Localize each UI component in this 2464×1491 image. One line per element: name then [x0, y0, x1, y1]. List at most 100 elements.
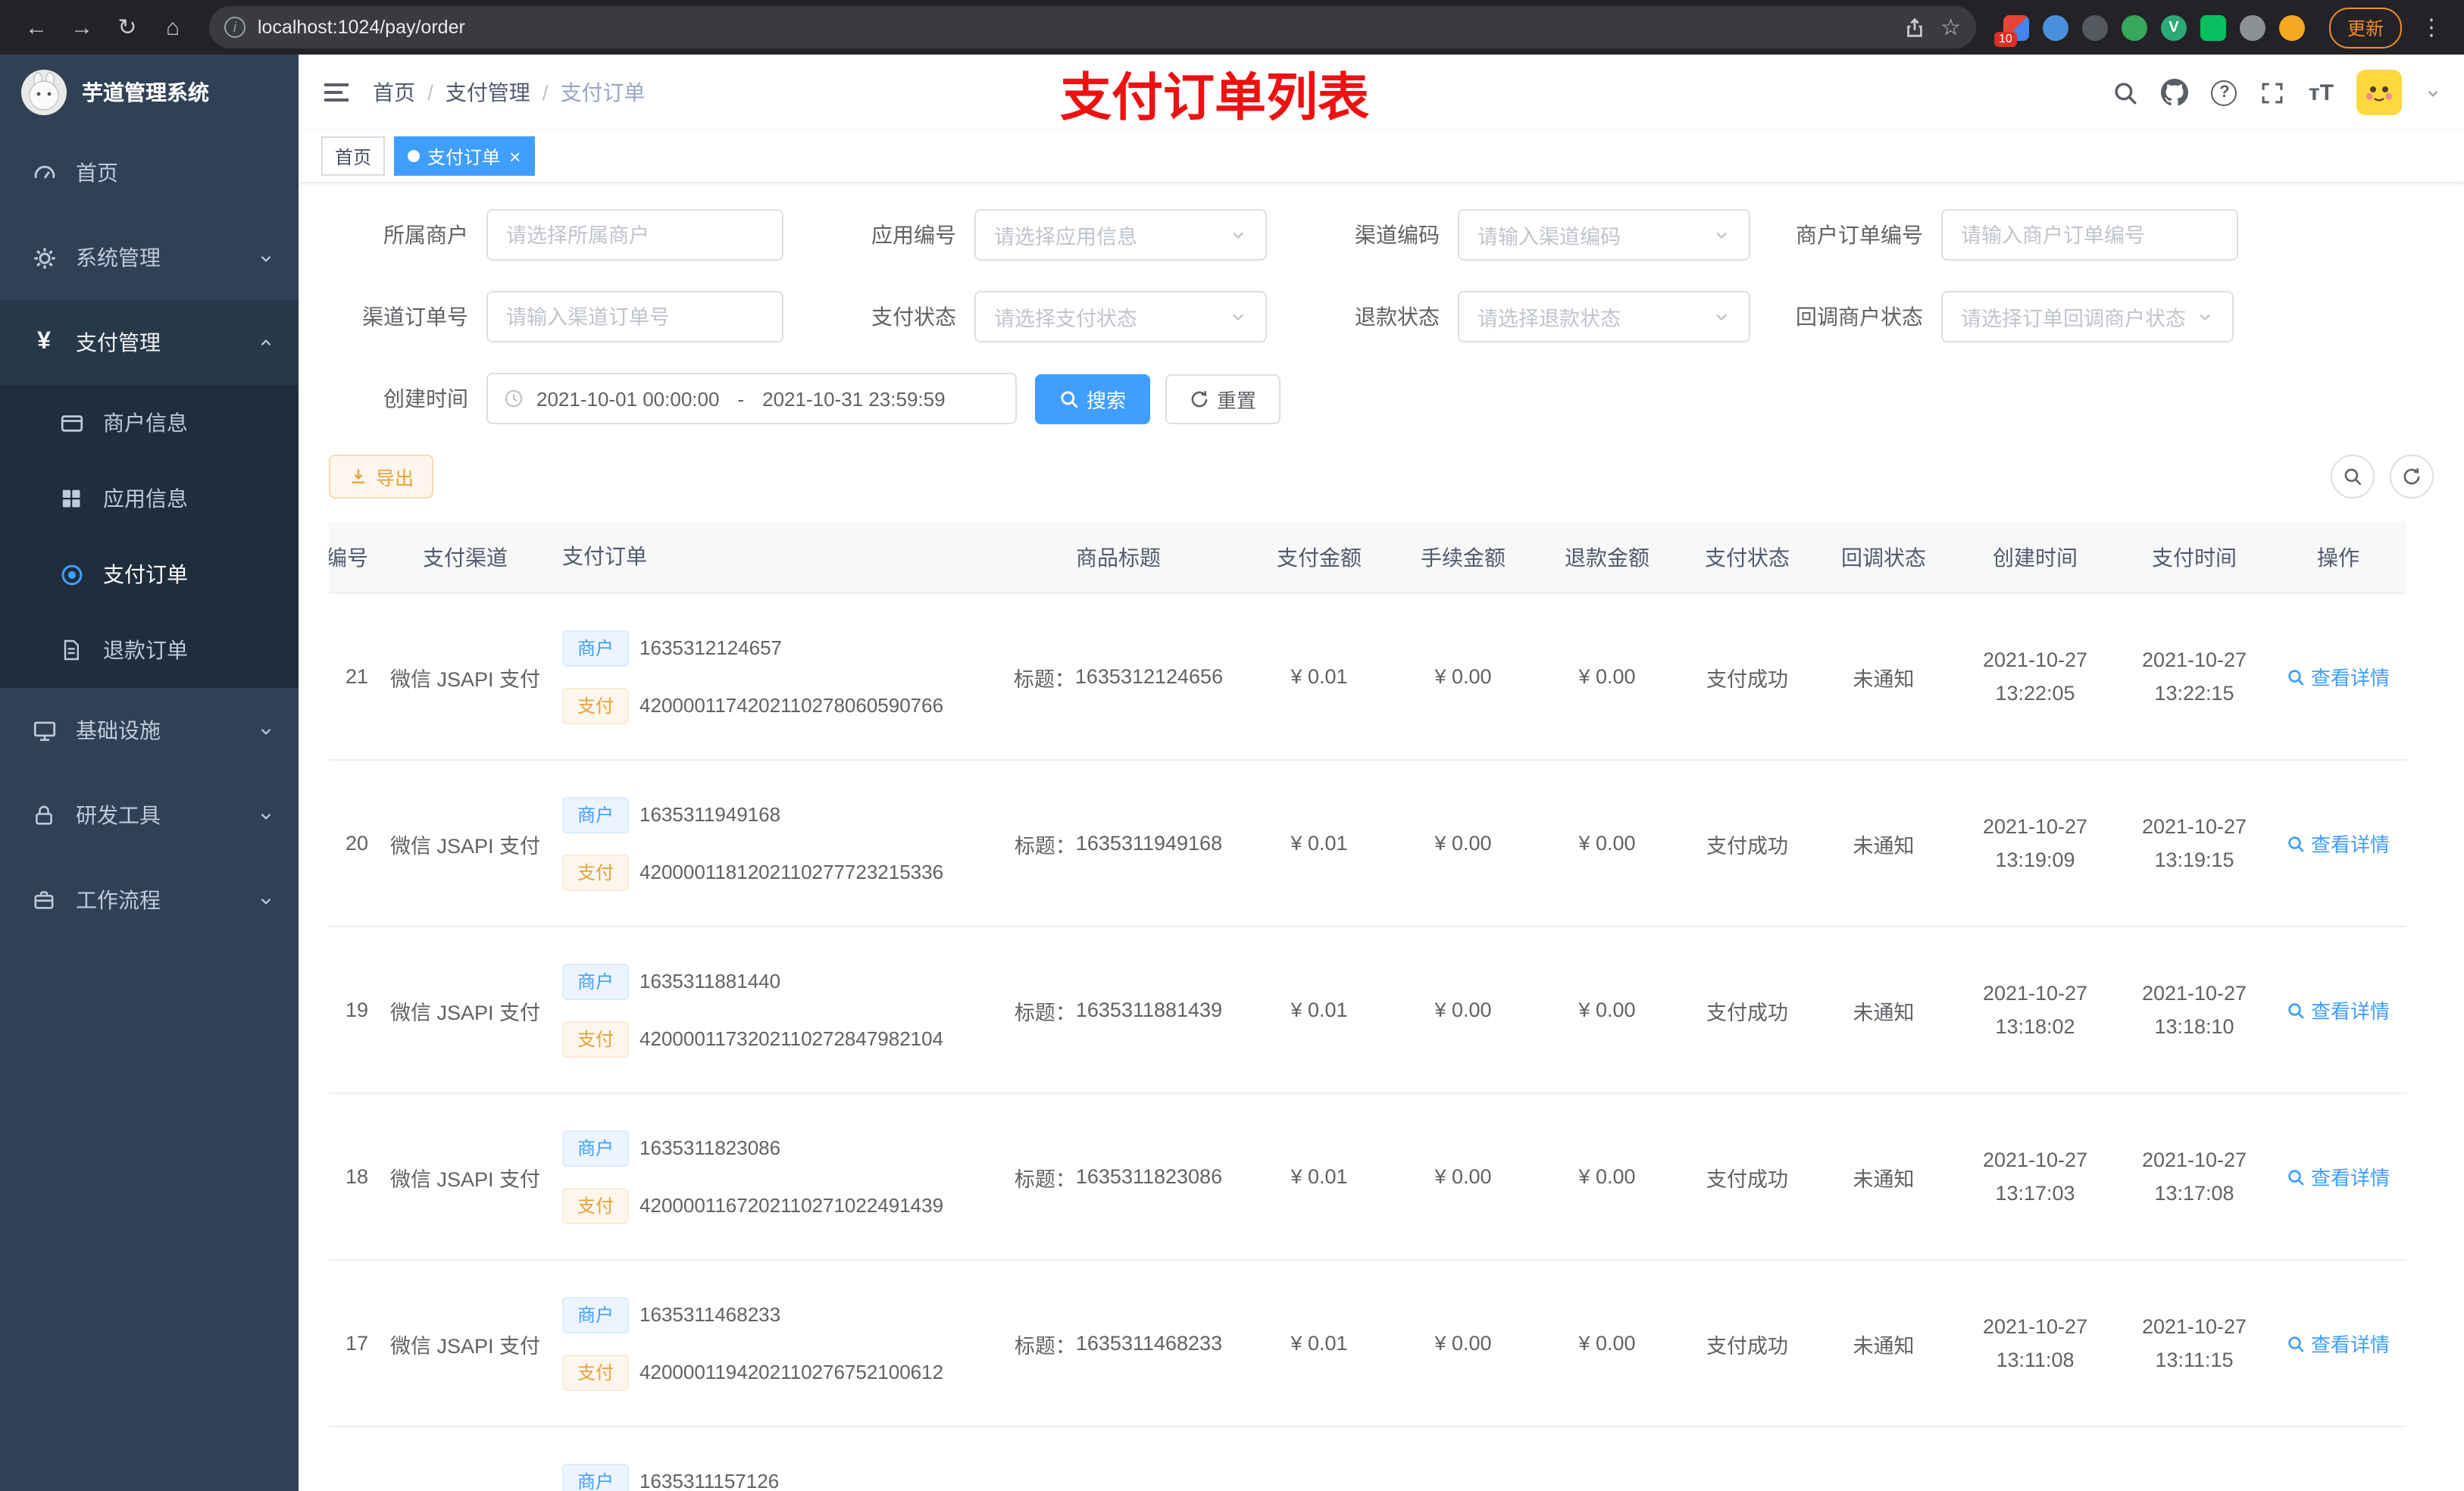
card-icon: [58, 410, 85, 436]
breadcrumb-parent[interactable]: 支付管理: [446, 77, 530, 108]
profile-avatar[interactable]: [2278, 14, 2305, 40]
sidebar-item-system[interactable]: 系统管理: [0, 215, 299, 300]
col-refund: 退款金额: [1565, 545, 1649, 570]
search-button[interactable]: 搜索: [1035, 374, 1151, 424]
breadcrumb-home[interactable]: 首页: [373, 77, 415, 108]
chevron-down-icon: [1712, 308, 1731, 326]
hamburger-icon[interactable]: [321, 77, 352, 108]
extension-icon[interactable]: 10: [1993, 14, 2029, 46]
refresh-button[interactable]: [2390, 455, 2434, 499]
yen-icon: ¥: [37, 329, 51, 355]
sidebar-item-infra[interactable]: 基础设施: [0, 688, 299, 773]
channel-order-no-input[interactable]: [486, 291, 783, 342]
status-badge: 支付成功: [1706, 667, 1788, 690]
col-actions: 操作: [2317, 545, 2359, 570]
app-title: 芋道管理系统: [82, 80, 209, 105]
browser-forward-icon[interactable]: →: [61, 6, 103, 48]
sidebar-item-home[interactable]: 首页: [0, 130, 299, 215]
create-time-label: 创建时间: [383, 386, 468, 411]
address-bar[interactable]: i localhost:1024/pay/order ☆: [209, 6, 1976, 48]
browser-update-button[interactable]: 更新: [2328, 7, 2402, 48]
sidebar: 芋道管理系统 首页 系统管理 ¥ 支付管理 商户信息 应用信息 支付订单 退款订…: [0, 55, 299, 1491]
tab-home[interactable]: 首页: [321, 136, 386, 176]
dashboard-icon: [30, 160, 58, 186]
notify-status-select[interactable]: 请选择订单回调商户状态: [1941, 291, 2234, 342]
col-notify: 回调状态: [1841, 545, 1926, 570]
lock-icon: [30, 803, 58, 827]
close-icon[interactable]: ×: [509, 146, 521, 166]
pay-tag: 支付: [562, 854, 630, 890]
view-detail-link[interactable]: 查看详情: [2287, 662, 2390, 691]
table-header-row: 编号 支付渠道 支付订单 商品标题 支付金额 手续金额 退款金额 支付状态 回调…: [329, 523, 2406, 594]
browser-toolbar: ← → ↻ ⌂ i localhost:1024/pay/order ☆ 10 …: [0, 0, 2464, 55]
merchant-tag: 商户: [562, 630, 630, 666]
status-badge: 支付成功: [1706, 1001, 1788, 1024]
date-range-input[interactable]: 2021-10-01 00:00:00 - 2021-10-31 23:59:5…: [486, 373, 1017, 424]
sidebar-item-pay-order[interactable]: 支付订单: [0, 536, 299, 612]
sidebar-item-refund-order[interactable]: 退款订单: [0, 612, 299, 688]
view-detail-link[interactable]: 查看详情: [2287, 1162, 2390, 1191]
github-icon[interactable]: [2161, 79, 2189, 106]
extension-icon[interactable]: [2081, 14, 2108, 40]
extensions-area: 10 V: [1993, 14, 2305, 46]
page-title: 支付订单列表: [1060, 69, 1369, 127]
col-amount: 支付金额: [1277, 545, 1362, 570]
view-detail-link[interactable]: 查看详情: [2287, 829, 2390, 858]
share-icon[interactable]: [1903, 16, 1925, 39]
sidebar-item-workflow[interactable]: 工作流程: [0, 858, 299, 942]
date-end: 2021-10-31 23:59:59: [762, 387, 946, 410]
sidebar-item-pay[interactable]: ¥ 支付管理: [0, 300, 299, 385]
gear-icon: [30, 245, 58, 270]
browser-back-icon[interactable]: ←: [15, 6, 58, 48]
chevron-down-icon: [2196, 308, 2214, 326]
merchant-order-no-input[interactable]: [1941, 209, 2238, 261]
pay-tag: 支付: [562, 1354, 630, 1390]
reset-button[interactable]: 重置: [1165, 374, 1281, 424]
bookmark-star-icon[interactable]: ☆: [1940, 14, 1961, 41]
view-detail-link[interactable]: 查看详情: [2287, 1329, 2390, 1358]
pay-status-select[interactable]: 请选择支付状态: [974, 291, 1267, 342]
notify-status-label: 回调商户状态: [1796, 305, 1923, 329]
browser-home-icon[interactable]: ⌂: [152, 6, 194, 48]
refund-status-select[interactable]: 请选择退款状态: [1458, 291, 1750, 342]
owner-merchant-input[interactable]: [486, 209, 783, 261]
view-detail-link[interactable]: 查看详情: [2287, 996, 2390, 1024]
screen: ← → ↻ ⌂ i localhost:1024/pay/order ☆ 10 …: [0, 0, 2464, 1491]
extension-icon[interactable]: [2200, 14, 2226, 40]
font-size-icon[interactable]: тT: [2309, 80, 2334, 105]
app-no-select[interactable]: 请选择应用信息: [974, 209, 1267, 261]
help-icon[interactable]: ?: [2211, 80, 2237, 105]
chevron-down-icon: [258, 722, 274, 739]
sidebar-item-dev-tools[interactable]: 研发工具: [0, 773, 299, 858]
clock-icon: [503, 388, 524, 409]
browser-reload-icon[interactable]: ↻: [106, 6, 149, 48]
briefcase-icon: [30, 888, 58, 912]
table-row: 17 微信 JSAPI 支付 商户 1635311468233 支付 4200001…: [329, 1261, 2406, 1427]
col-title: 商品标题: [1076, 545, 1161, 570]
table-row: 21 微信 JSAPI 支付 商户 1635312124657 支付 4200001…: [329, 594, 2406, 761]
search-icon[interactable]: [2113, 80, 2139, 105]
table-row: 商户1635311157126 支付: [329, 1427, 2406, 1491]
toggle-search-button[interactable]: [2331, 455, 2375, 499]
app-logo[interactable]: 芋道管理系统: [0, 55, 299, 130]
orders-table: 编号 支付渠道 支付订单 商品标题 支付金额 手续金额 退款金额 支付状态 回调…: [329, 523, 2434, 1491]
sidebar-item-merchant-info[interactable]: 商户信息: [0, 385, 299, 461]
tab-pay-order[interactable]: 支付订单 ×: [394, 136, 535, 176]
browser-menu-icon[interactable]: ⋮: [2414, 14, 2449, 41]
extension-icon[interactable]: V: [2160, 14, 2187, 40]
channel-code-select[interactable]: 请输入渠道编码: [1458, 209, 1750, 261]
active-dot-icon: [408, 150, 421, 162]
channel-order-no-label: 渠道订单号: [362, 305, 468, 329]
monitor-icon: [30, 717, 58, 743]
fullscreen-icon[interactable]: [2260, 80, 2286, 105]
url-text: localhost:1024/pay/order: [258, 17, 465, 38]
export-button[interactable]: 导出: [329, 455, 434, 499]
app-no-label: 应用编号: [871, 223, 956, 247]
extensions-puzzle-icon[interactable]: [2239, 14, 2265, 40]
extension-icon[interactable]: [2042, 14, 2068, 40]
extension-icon[interactable]: [2121, 14, 2147, 40]
site-info-icon[interactable]: i: [224, 17, 245, 38]
sidebar-item-app-info[interactable]: 应用信息: [0, 461, 299, 536]
chevron-down-icon[interactable]: [2425, 84, 2441, 101]
user-avatar[interactable]: [2356, 70, 2402, 115]
